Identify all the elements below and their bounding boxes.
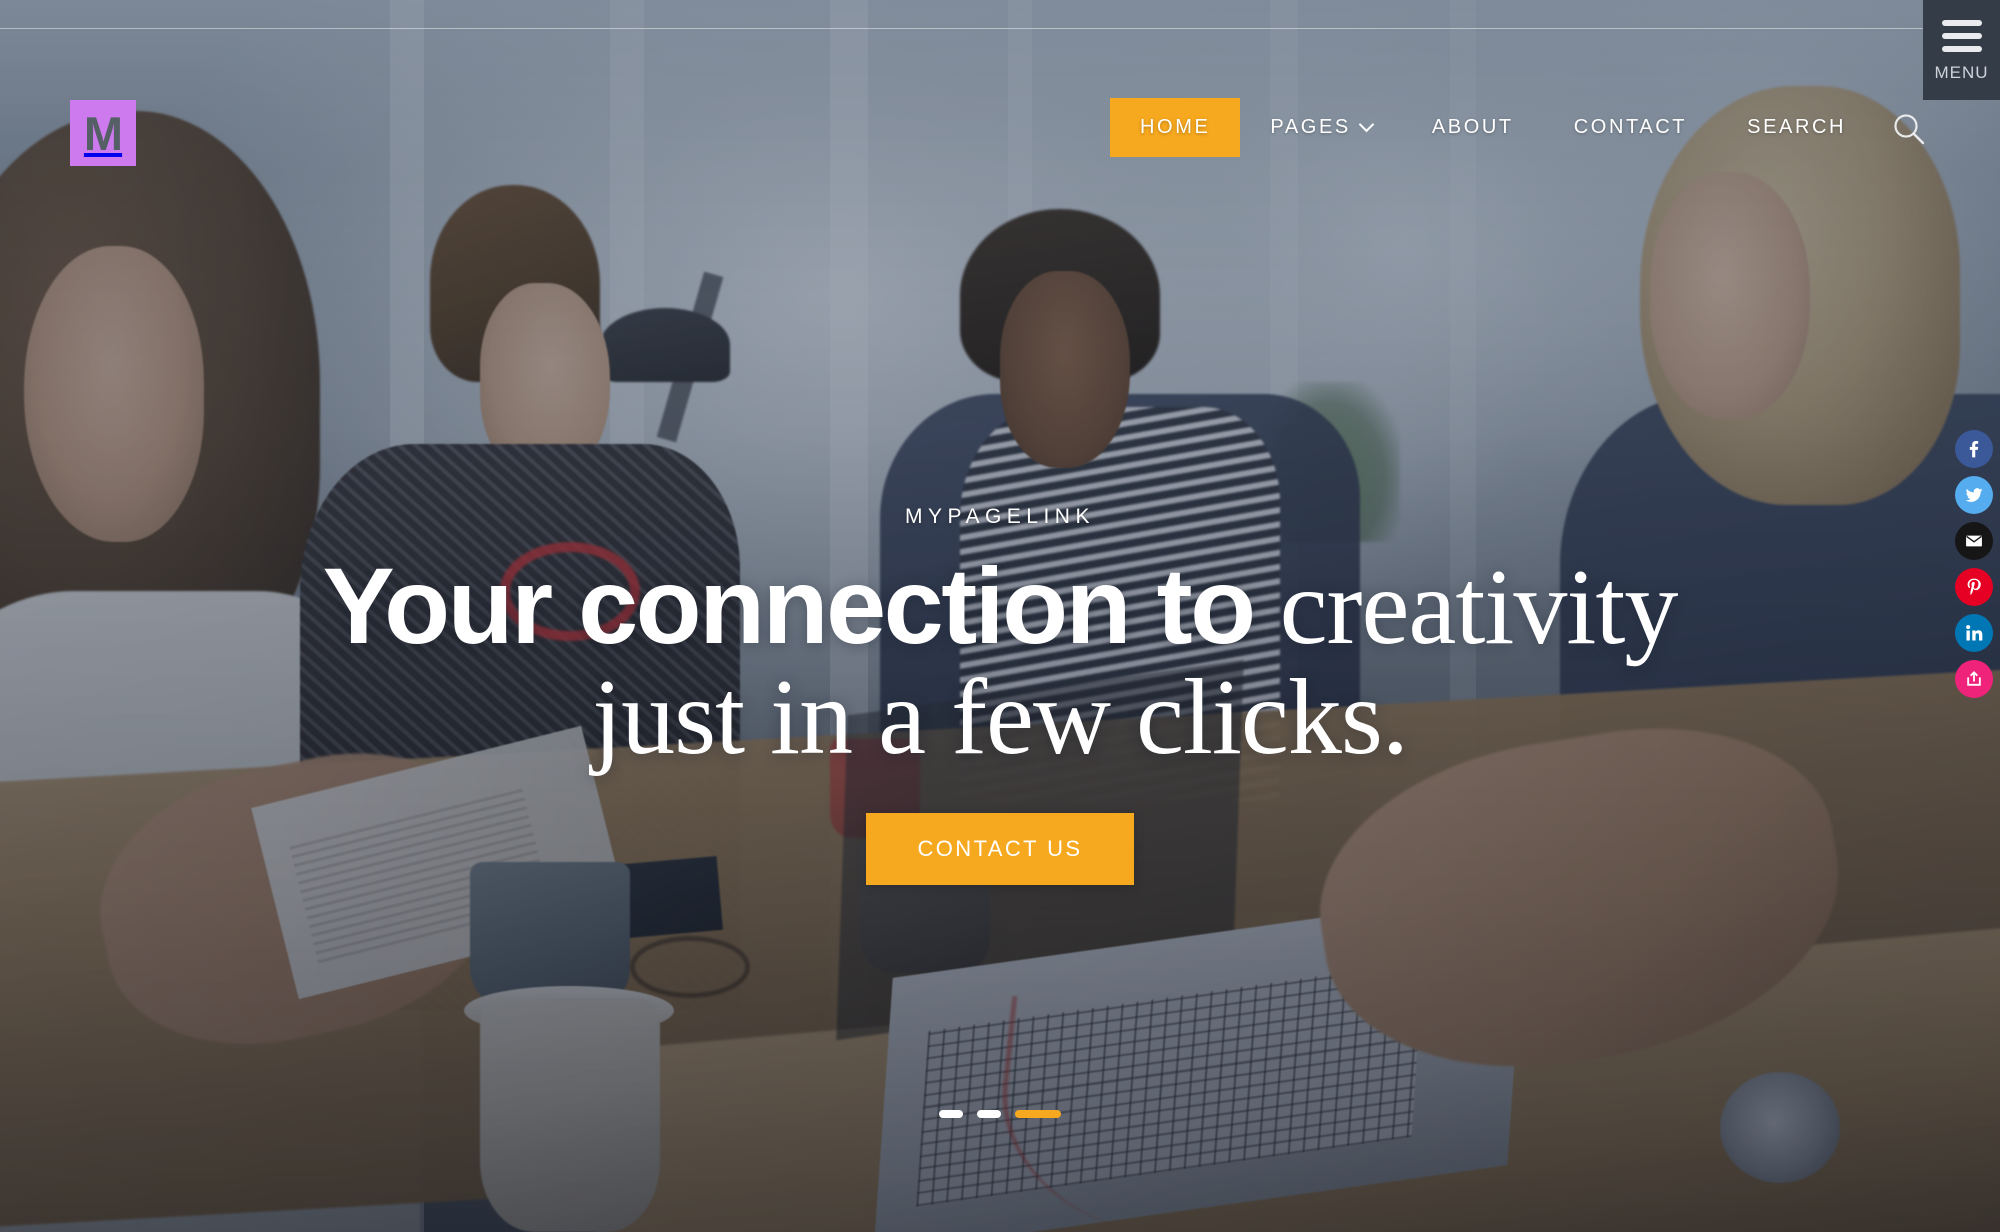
social-share-rail [1955,430,1993,698]
nav-item-about[interactable]: ABOUT [1402,98,1544,157]
nav-item-contact-label: CONTACT [1573,116,1688,138]
share-icon[interactable] [1955,660,1993,698]
search-icon[interactable] [1890,110,1930,150]
primary-navigation: HOME PAGES ABOUT CONTACT SEARCH [1110,98,1876,157]
slider-dot-2[interactable] [977,1110,1001,1118]
nav-item-search[interactable]: SEARCH [1717,98,1876,157]
nav-item-pages-label: PAGES [1270,116,1351,138]
nav-item-pages[interactable]: PAGES [1240,98,1401,157]
contact-us-button[interactable]: CONTACT US [865,813,1135,886]
hamburger-icon [1941,19,1982,52]
hero-cta-wrapper: CONTACT US [0,813,2000,886]
menu-label: MENU [1934,62,1989,82]
nav-item-search-label: SEARCH [1747,116,1847,138]
slider-pagination [0,1110,2000,1118]
nav-item-contact[interactable]: CONTACT [1544,98,1717,157]
slider-dot-3[interactable] [1015,1110,1061,1118]
envelope-icon[interactable] [1955,522,1993,560]
site-logo[interactable]: M [70,100,136,166]
site-header: M HOME PAGES ABOUT CONTACT SEARCH [0,0,2000,180]
menu-toggle-panel[interactable]: MENU [1923,0,2000,100]
facebook-icon[interactable] [1955,430,1993,468]
nav-item-home-label: HOME [1140,116,1211,138]
pinterest-icon[interactable] [1955,568,1993,606]
nav-item-home[interactable]: HOME [1110,98,1241,157]
hero-section: M HOME PAGES ABOUT CONTACT SEARCH MENU M… [0,0,2000,1232]
linkedin-icon[interactable] [1955,614,1993,652]
nav-item-about-label: ABOUT [1431,116,1514,138]
chevron-down-icon [1358,116,1375,133]
twitter-icon[interactable] [1955,476,1993,514]
logo-letter: M [83,106,123,160]
hero-background-photo [0,0,2000,1232]
slider-dot-1[interactable] [939,1110,963,1118]
